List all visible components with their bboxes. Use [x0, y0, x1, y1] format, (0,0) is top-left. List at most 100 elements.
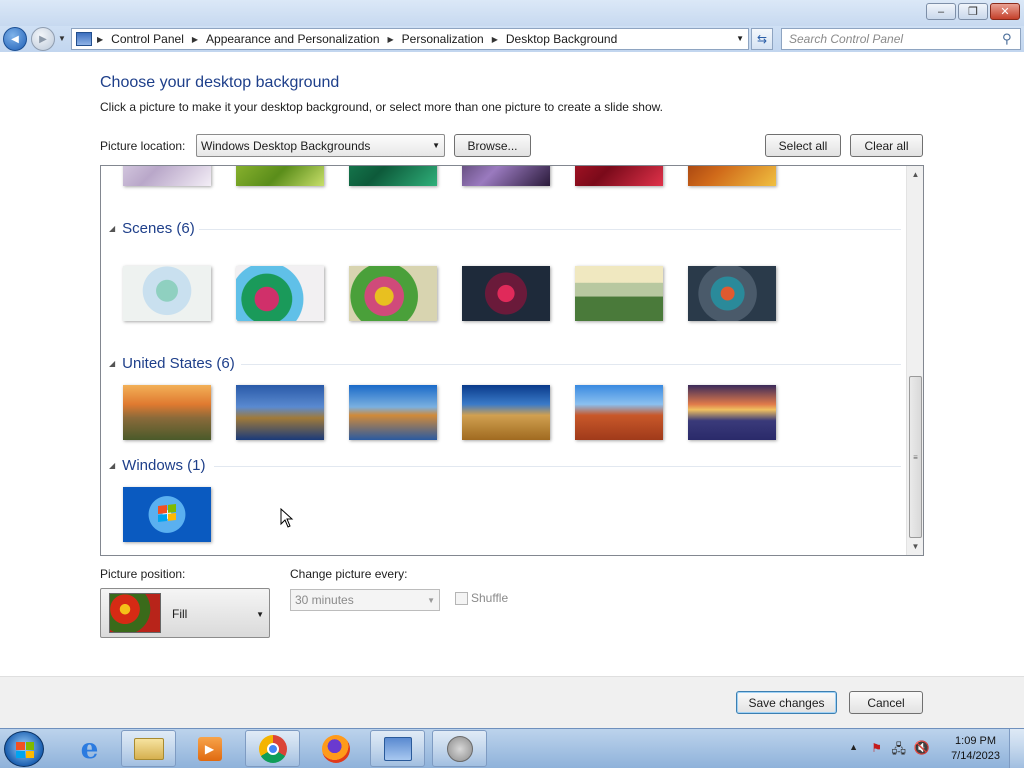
wallpaper-thumbnail[interactable] — [349, 266, 437, 321]
network-icon[interactable]: 🖧 — [892, 740, 907, 762]
collapse-triangle-icon[interactable]: ◢ — [109, 224, 115, 233]
wallpaper-thumbnail[interactable] — [688, 266, 776, 321]
back-button[interactable]: ◀ — [3, 27, 27, 51]
address-dropdown-icon[interactable]: ▼ — [736, 34, 744, 43]
wallpaper-thumbnail[interactable] — [575, 166, 663, 186]
group-label: Scenes (6) — [122, 220, 195, 237]
search-input[interactable]: Search Control Panel ⚲ — [781, 28, 1021, 50]
scroll-up-icon[interactable]: ▲ — [907, 166, 923, 183]
shuffle-checkbox[interactable] — [455, 592, 468, 605]
clock-time: 1:09 PM — [955, 735, 997, 747]
address-bar[interactable]: ▶ Control Panel ▶ Appearance and Persona… — [71, 28, 749, 50]
picture-position-label: Picture position: — [100, 567, 186, 581]
clock[interactable]: 1:09 PM 7/14/2023 — [951, 734, 1000, 764]
group-header-windows[interactable]: ◢ Windows (1) — [109, 457, 206, 474]
wallpaper-thumbnail[interactable] — [462, 166, 550, 186]
taskbar-firefox[interactable] — [308, 730, 363, 767]
wallpaper-thumbnail[interactable] — [123, 266, 211, 321]
start-button[interactable] — [4, 731, 44, 767]
browse-button[interactable]: Browse... — [454, 134, 531, 157]
picture-location-select[interactable]: Windows Desktop Backgrounds ▼ — [196, 134, 445, 157]
show-hidden-icons-icon[interactable]: ▲ — [849, 742, 858, 752]
wallpaper-thumbnail[interactable] — [349, 385, 437, 440]
change-interval-select[interactable]: 30 minutes ▼ — [290, 589, 440, 611]
wallpaper-thumbnail[interactable] — [236, 166, 324, 186]
speaker-icon — [446, 735, 473, 762]
close-icon: ✕ — [1000, 6, 1010, 18]
group-divider — [241, 364, 901, 365]
content-area: Choose your desktop background Click a p… — [0, 52, 1024, 676]
taskbar-control-panel[interactable] — [370, 730, 425, 767]
taskbar-file-explorer[interactable] — [121, 730, 176, 767]
save-changes-button[interactable]: Save changes — [736, 691, 837, 714]
change-interval-value: 30 minutes — [295, 593, 354, 607]
cancel-button[interactable]: Cancel — [849, 691, 923, 714]
search-icon[interactable]: ⚲ — [1002, 31, 1020, 47]
group-header-scenes[interactable]: ◢ Scenes (6) — [109, 220, 195, 237]
collapse-triangle-icon[interactable]: ◢ — [109, 461, 115, 470]
control-panel-icon — [383, 736, 412, 761]
scroll-down-icon[interactable]: ▼ — [907, 538, 923, 555]
refresh-button[interactable]: ⇆ — [751, 28, 773, 50]
taskbar-internet-explorer[interactable]: e — [62, 730, 117, 767]
picture-location-value: Windows Desktop Backgrounds — [201, 138, 371, 153]
wallpaper-thumbnail[interactable] — [575, 266, 663, 321]
action-center-icon[interactable]: ⚑ — [871, 741, 882, 755]
show-desktop-button[interactable] — [1009, 729, 1024, 768]
breadcrumb-personalization[interactable]: Personalization — [402, 32, 484, 46]
breadcrumb-arrow-icon[interactable]: ▶ — [97, 35, 103, 44]
folder-icon — [133, 737, 164, 760]
wallpaper-thumbnail[interactable] — [688, 385, 776, 440]
collapse-triangle-icon[interactable]: ◢ — [109, 359, 115, 368]
minimize-icon: – — [937, 5, 945, 18]
breadcrumb-appearance[interactable]: Appearance and Personalization — [206, 32, 379, 46]
back-arrow-icon: ◀ — [11, 33, 19, 45]
wallpaper-thumbnail[interactable] — [123, 385, 211, 440]
breadcrumb-control-panel[interactable]: Control Panel — [111, 32, 184, 46]
scrollbar-thumb[interactable]: ≡ — [909, 376, 922, 538]
wallpaper-thumbnail[interactable] — [575, 385, 663, 440]
volume-muted-icon[interactable]: 🔇 — [914, 740, 930, 756]
picture-position-value: Fill — [172, 607, 188, 621]
firefox-icon — [321, 734, 350, 763]
page-description: Click a picture to make it your desktop … — [100, 100, 663, 114]
refresh-icon: ⇆ — [756, 32, 768, 46]
wallpaper-thumbnail[interactable] — [236, 266, 324, 321]
select-all-button[interactable]: Select all — [765, 134, 841, 157]
group-divider — [199, 229, 901, 230]
taskbar-media-player[interactable]: ▶ — [182, 730, 237, 767]
chevron-down-icon: ▼ — [432, 141, 440, 150]
dialog-footer: Save changes Cancel — [0, 676, 1024, 728]
taskbar-chrome[interactable] — [245, 730, 300, 767]
close-button[interactable]: ✕ — [990, 3, 1020, 20]
control-panel-icon — [76, 32, 92, 46]
wallpaper-thumbnail[interactable] — [462, 266, 550, 321]
breadcrumb-arrow-icon[interactable]: ▶ — [192, 35, 198, 44]
forward-arrow-icon: ▶ — [39, 33, 47, 45]
breadcrumb-arrow-icon[interactable]: ▶ — [492, 35, 498, 44]
taskbar-volume-settings[interactable] — [432, 730, 487, 767]
taskbar: e ▶ ▲ ⚑ 🖧 🔇 1:09 PM 7/14/2023 — [0, 728, 1024, 768]
page-title: Choose your desktop background — [100, 74, 340, 91]
group-header-united-states[interactable]: ◢ United States (6) — [109, 355, 235, 372]
forward-button[interactable]: ▶ — [31, 27, 55, 51]
windows-logo-icon — [158, 504, 176, 522]
windows-logo-icon — [16, 742, 34, 758]
wallpaper-thumbnail[interactable] — [462, 385, 550, 440]
minimize-button[interactable]: – — [926, 3, 956, 20]
chevron-down-icon: ▼ — [256, 610, 264, 619]
recent-pages-dropdown-icon[interactable]: ▼ — [58, 34, 66, 43]
breadcrumb-arrow-icon[interactable]: ▶ — [388, 35, 394, 44]
wallpaper-thumbnail[interactable] — [236, 385, 324, 440]
wallpaper-thumbnail[interactable] — [349, 166, 437, 186]
maximize-button[interactable]: ❐ — [958, 3, 988, 20]
wallpaper-thumbnail-windows[interactable] — [123, 487, 211, 542]
restore-icon: ❐ — [968, 6, 978, 18]
gallery-scrollbar[interactable]: ▲ ≡ ▼ — [906, 166, 923, 555]
clear-all-button[interactable]: Clear all — [850, 134, 923, 157]
wallpaper-thumbnail[interactable] — [688, 166, 776, 186]
search-placeholder: Search Control Panel — [789, 32, 904, 46]
wallpaper-thumbnail[interactable] — [123, 166, 211, 186]
picture-position-select[interactable]: Fill ▼ — [100, 588, 270, 638]
breadcrumb-desktop-background[interactable]: Desktop Background — [506, 32, 617, 46]
